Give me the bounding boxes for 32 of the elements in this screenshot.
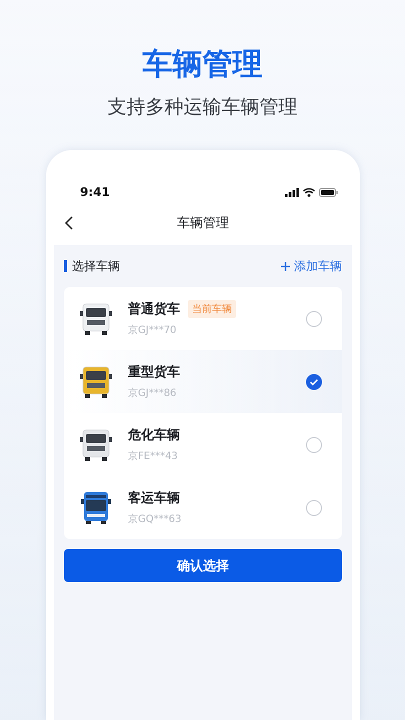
back-icon[interactable] <box>64 216 74 230</box>
vehicle-row[interactable]: 客运车辆 京GQ***63 <box>64 476 342 539</box>
plate-number: 京FE***43 <box>128 450 179 463</box>
plate-number: 京GJ***86 <box>128 386 178 400</box>
current-vehicle-badge: 当前车辆 <box>188 300 236 318</box>
wifi-icon <box>303 188 315 196</box>
radio-button[interactable] <box>306 436 322 452</box>
truck-icon <box>78 300 114 336</box>
promo-subtitle: 支持多种运输车辆管理 <box>108 95 298 119</box>
plate-number: 京GJ***70 <box>128 324 178 337</box>
radio-button[interactable] <box>306 374 322 390</box>
radio-button[interactable] <box>306 310 322 326</box>
plate-number: 京GQ***63 <box>128 512 182 526</box>
battery-icon <box>319 188 338 196</box>
plus-icon[interactable] <box>281 262 290 270</box>
section-title: 选择车辆 <box>64 260 120 272</box>
promo-title: 车辆管理 <box>142 46 262 84</box>
vehicle-name: 客运车辆 <box>128 490 180 507</box>
vehicle-name: 危化车辆 <box>128 426 180 444</box>
vehicle-name: 普通货车 <box>128 300 180 318</box>
signal-icon <box>285 188 299 196</box>
confirm-button[interactable]: 确认选择 <box>64 549 342 582</box>
vehicle-name: 重型货车 <box>128 364 180 381</box>
page-title: 车辆管理 <box>177 216 229 230</box>
truck-icon <box>78 426 114 462</box>
vehicle-row[interactable]: 普通货车 当前车辆 京GJ***70 <box>64 287 342 350</box>
add-vehicle-link[interactable]: 添加车辆 <box>294 258 342 274</box>
truck-icon <box>78 364 114 400</box>
vehicle-row[interactable]: 危化车辆 京FE***43 <box>64 413 342 476</box>
radio-button[interactable] <box>306 500 322 516</box>
bus-icon <box>78 490 114 526</box>
status-time: 9:41 <box>80 185 110 199</box>
